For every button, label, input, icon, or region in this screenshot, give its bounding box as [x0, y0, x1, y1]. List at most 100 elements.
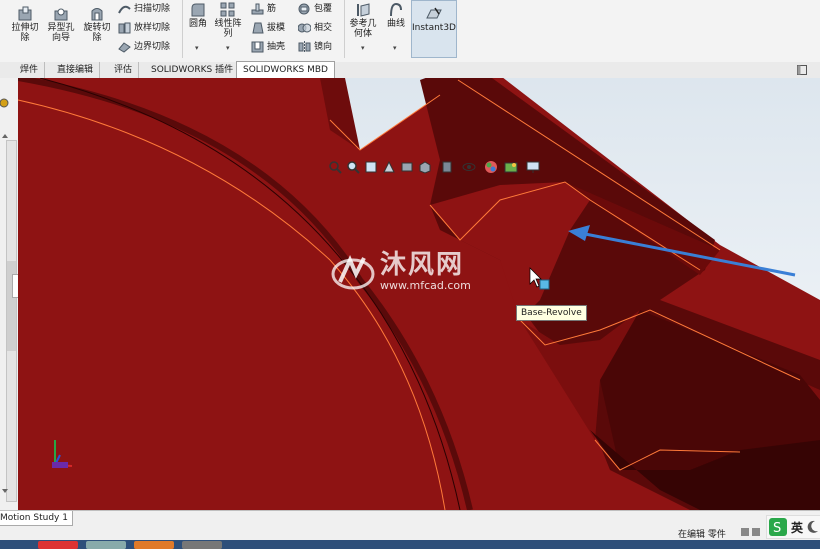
lofted-cut-icon [118, 22, 131, 34]
taskbar-app-solidworks[interactable] [38, 541, 78, 549]
cut-extrude-label: 拉伸切除 [11, 23, 39, 43]
reference-geometry-label: 参考几何体 [349, 19, 377, 39]
cut-extrude-icon [18, 6, 32, 21]
tab-motion-study[interactable]: Motion Study 1 [0, 511, 73, 526]
tab-solidworks-addins[interactable]: SOLIDWORKS 插件 [145, 62, 241, 78]
rib-label: 筋 [267, 4, 277, 14]
intersect-icon [298, 23, 311, 33]
watermark-title: 沐风网 [380, 250, 465, 280]
boundary-cut-icon [118, 42, 131, 53]
graphics-area[interactable]: 沐风网 www.mfcad.com Base-Revolve [18, 78, 820, 510]
linear-pattern-dropdown-icon[interactable]: ▾ [226, 44, 230, 52]
edit-appearance-icon[interactable] [484, 160, 498, 174]
status-text: 在编辑 零件 [678, 530, 726, 540]
hole-wizard-button[interactable]: 异型孔向导 [44, 6, 78, 43]
revolve-cut-icon [91, 8, 103, 21]
feature-manager-collapsed [0, 78, 20, 510]
fillet-button[interactable]: 圆角 [186, 2, 210, 29]
cut-extrude-button[interactable]: 拉伸切除 [8, 6, 42, 43]
curves-label: 曲线 [386, 19, 405, 29]
display-style-icon[interactable] [440, 160, 454, 174]
watermark-logo [331, 255, 375, 290]
section-view-icon[interactable] [382, 160, 396, 174]
curves-dropdown-icon[interactable]: ▾ [393, 44, 397, 52]
swept-cut-icon [118, 5, 131, 14]
scroll-up-icon[interactable] [1, 133, 9, 139]
draft-label: 拔模 [267, 23, 286, 33]
boundary-cut-label: 边界切除 [134, 42, 171, 52]
part-icon[interactable] [0, 96, 10, 110]
draft-icon [252, 22, 264, 34]
swept-cut-label: 扫描切除 [134, 4, 171, 14]
ribbon-separator [344, 0, 345, 58]
reference-geometry-button[interactable]: 参考几何体 [348, 2, 378, 39]
lofted-cut-button[interactable]: 放样切除 [118, 21, 170, 35]
taskbar-app-explorer[interactable] [86, 541, 126, 549]
linear-pattern-label: 线性阵列 [214, 19, 242, 39]
linear-pattern-button[interactable]: 线性阵列 [212, 2, 244, 39]
previous-view-icon[interactable] [364, 160, 378, 174]
shell-icon [251, 41, 264, 53]
zoom-to-fit-icon[interactable] [328, 160, 342, 174]
hole-wizard-icon [54, 8, 68, 21]
reference-geometry-icon [357, 3, 370, 17]
apply-scene-icon[interactable] [504, 160, 518, 174]
watermark: 沐风网 www.mfcad.com [330, 250, 490, 295]
sogou-icon: S [769, 518, 787, 536]
zoom-to-area-icon[interactable] [346, 160, 360, 174]
instant3d-label: Instant3D [412, 23, 456, 33]
taskbar-app-3[interactable] [134, 541, 174, 549]
windows-taskbar [0, 540, 820, 549]
command-manager-tabs: 焊件 直接编辑 评估 SOLIDWORKS 插件 SOLIDWORKS MBD [0, 61, 820, 79]
rib-button[interactable]: 筋 [251, 2, 276, 16]
lofted-cut-label: 放样切除 [134, 23, 171, 33]
scroll-down-icon[interactable] [1, 488, 9, 494]
ime-indicator[interactable]: S 英 [766, 515, 820, 539]
tab-solidworks-mbd[interactable]: SOLIDWORKS MBD [236, 61, 335, 79]
linear-pattern-icon [220, 2, 235, 17]
fillet-icon [191, 3, 205, 17]
hole-wizard-label: 异型孔向导 [47, 23, 75, 43]
wrap-label: 包覆 [314, 4, 333, 14]
wrap-icon [298, 3, 310, 15]
dynamic-annotation-icon[interactable] [400, 160, 414, 174]
mirror-icon [298, 41, 311, 53]
curves-button[interactable]: 曲线 [383, 2, 409, 29]
draft-button[interactable]: 拔模 [251, 21, 285, 35]
panel-restore-icon[interactable] [797, 65, 807, 75]
ime-mode-label: 英 [791, 521, 804, 535]
shell-label: 抽壳 [267, 42, 286, 52]
revolve-cut-label: 旋转切除 [83, 23, 111, 43]
intersect-label: 相交 [314, 23, 333, 33]
boundary-cut-button[interactable]: 边界切除 [118, 40, 170, 54]
swept-cut-button[interactable]: 扫描切除 [118, 2, 170, 16]
intersect-button[interactable]: 相交 [298, 21, 332, 35]
ribbon-separator [182, 0, 183, 58]
rib-icon [251, 3, 264, 15]
tab-direct-editing[interactable]: 直接编辑 [51, 62, 101, 78]
mirror-button[interactable]: 镜向 [298, 40, 332, 54]
feature-tooltip: Base-Revolve [516, 305, 587, 321]
svg-text:S: S [773, 521, 781, 536]
wrap-button[interactable]: 包覆 [298, 2, 332, 16]
instant3d-button[interactable]: Instant3D [411, 0, 457, 58]
moon-icon [807, 520, 818, 533]
status-icons[interactable] [740, 526, 762, 538]
fillet-dropdown-icon[interactable]: ▾ [195, 44, 199, 52]
tab-evaluate[interactable]: 评估 [108, 62, 140, 78]
reference-geometry-dropdown-icon[interactable]: ▾ [361, 44, 365, 52]
instant3d-icon [426, 7, 442, 19]
view-settings-icon[interactable] [526, 160, 540, 174]
panel-scrollbar[interactable] [6, 140, 17, 502]
shell-button[interactable]: 抽壳 [251, 40, 285, 54]
curves-icon [390, 2, 402, 17]
command-manager-ribbon: 拉伸切除 异型孔向导 旋转切除 扫描切除 放样切除 边界切除 圆角 ▾ 线性阵列… [0, 0, 820, 63]
revolve-cut-button[interactable]: 旋转切除 [80, 6, 114, 43]
hide-show-items-icon[interactable] [462, 160, 476, 174]
mirror-label: 镜向 [314, 42, 333, 52]
taskbar-app-4[interactable] [182, 541, 222, 549]
tab-weldments[interactable]: 焊件 [14, 62, 46, 78]
view-orientation-icon[interactable] [418, 160, 432, 174]
status-bar: Motion Study 1 在编辑 零件 [0, 510, 820, 541]
watermark-url: www.mfcad.com [380, 279, 471, 292]
